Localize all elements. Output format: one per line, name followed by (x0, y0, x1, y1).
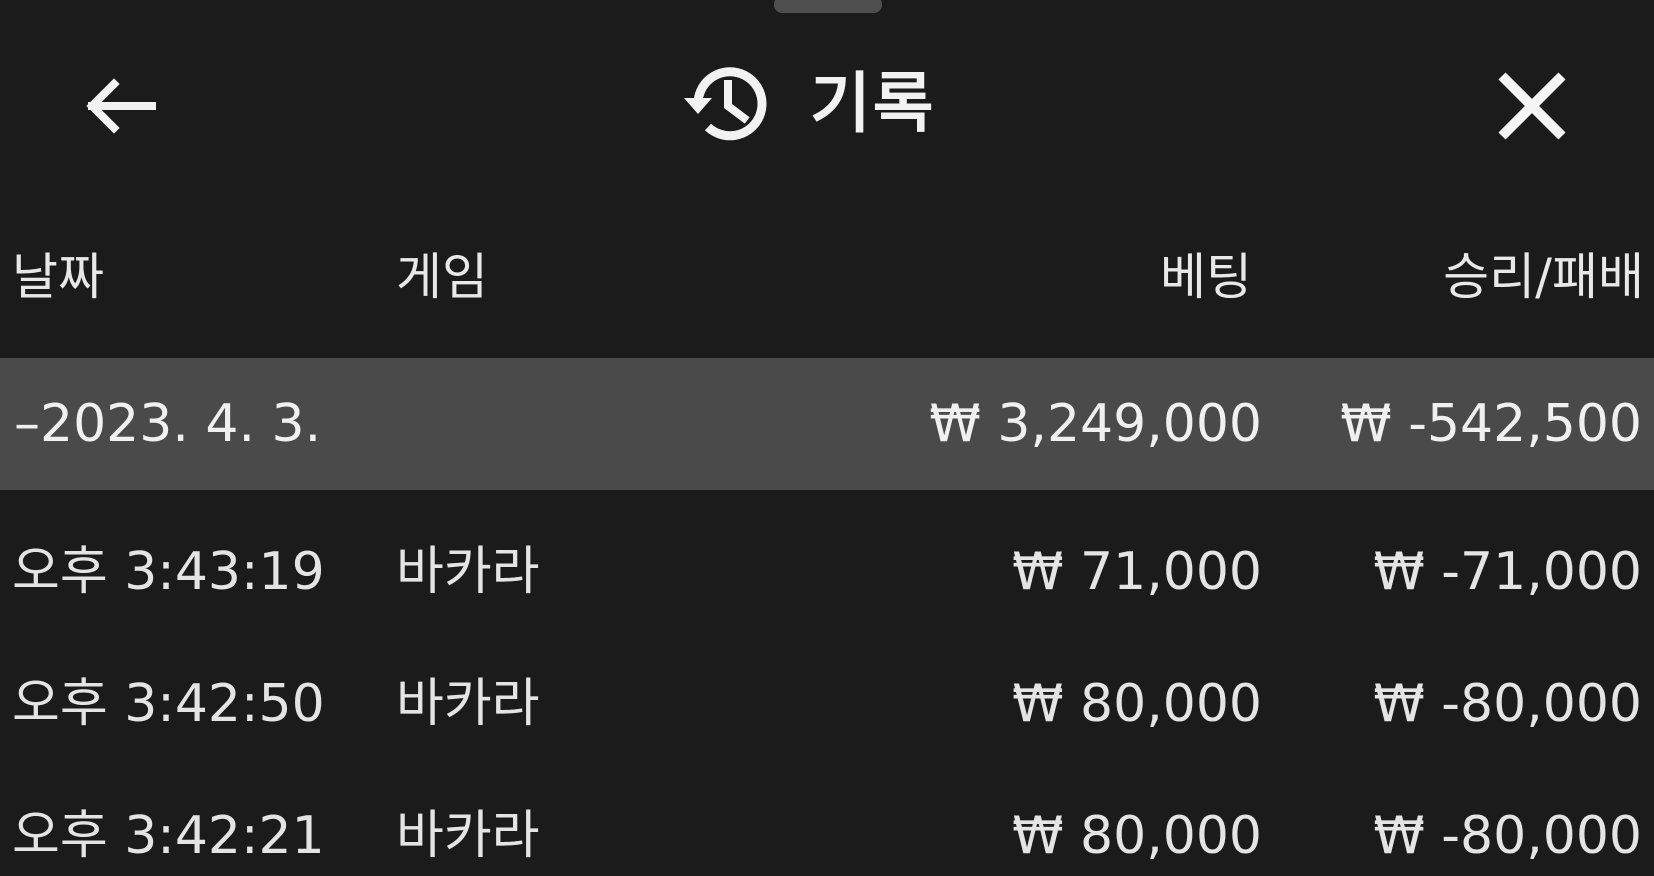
summary-row[interactable]: –2023. 4. 3. ₩ 3,249,000 ₩ -542,500 (0, 358, 1654, 490)
close-button[interactable] (1486, 66, 1578, 146)
back-button[interactable] (74, 66, 166, 146)
row-bet: ₩ 80,000 (1012, 674, 1262, 734)
row-time: 오후 3:42:21 (12, 806, 325, 866)
column-header-date: 날짜 (12, 248, 104, 306)
row-win-loss: ₩ -80,000 (1373, 674, 1642, 734)
summary-win-loss: ₩ -542,500 (1340, 394, 1642, 454)
row-game: 바카라 (396, 806, 540, 866)
page-title: 기록 (810, 65, 936, 142)
column-header-win-loss: 승리/패배 (1443, 248, 1644, 306)
row-bet: ₩ 80,000 (1012, 806, 1262, 866)
row-game: 바카라 (396, 542, 540, 602)
row-game: 바카라 (396, 674, 540, 734)
arrow-left-icon (86, 78, 156, 134)
drag-handle[interactable] (774, 0, 882, 13)
header: 기록 (0, 30, 1654, 170)
table-row[interactable]: 오후 3:43:19 바카라 ₩ 71,000 ₩ -71,000 (0, 506, 1654, 638)
row-win-loss: ₩ -71,000 (1373, 542, 1642, 602)
column-header-bet: 베팅 (1160, 248, 1252, 306)
column-header-game: 게임 (396, 248, 488, 306)
table-row[interactable]: 오후 3:42:21 바카라 ₩ 80,000 ₩ -80,000 (0, 770, 1654, 876)
row-bet: ₩ 71,000 (1012, 542, 1262, 602)
close-icon (1498, 72, 1566, 140)
summary-date: –2023. 4. 3. (14, 394, 322, 454)
history-screen: 기록 날짜 게임 베팅 승리/패배 –2023. 4. 3. ₩ 3,249,0… (0, 0, 1654, 876)
history-icon (684, 67, 767, 141)
row-time: 오후 3:42:50 (12, 674, 325, 734)
table-row[interactable]: 오후 3:42:50 바카라 ₩ 80,000 ₩ -80,000 (0, 638, 1654, 770)
row-win-loss: ₩ -80,000 (1373, 806, 1642, 866)
summary-bet: ₩ 3,249,000 (929, 394, 1262, 454)
row-time: 오후 3:43:19 (12, 542, 325, 602)
page-title-group: 기록 (680, 52, 935, 156)
